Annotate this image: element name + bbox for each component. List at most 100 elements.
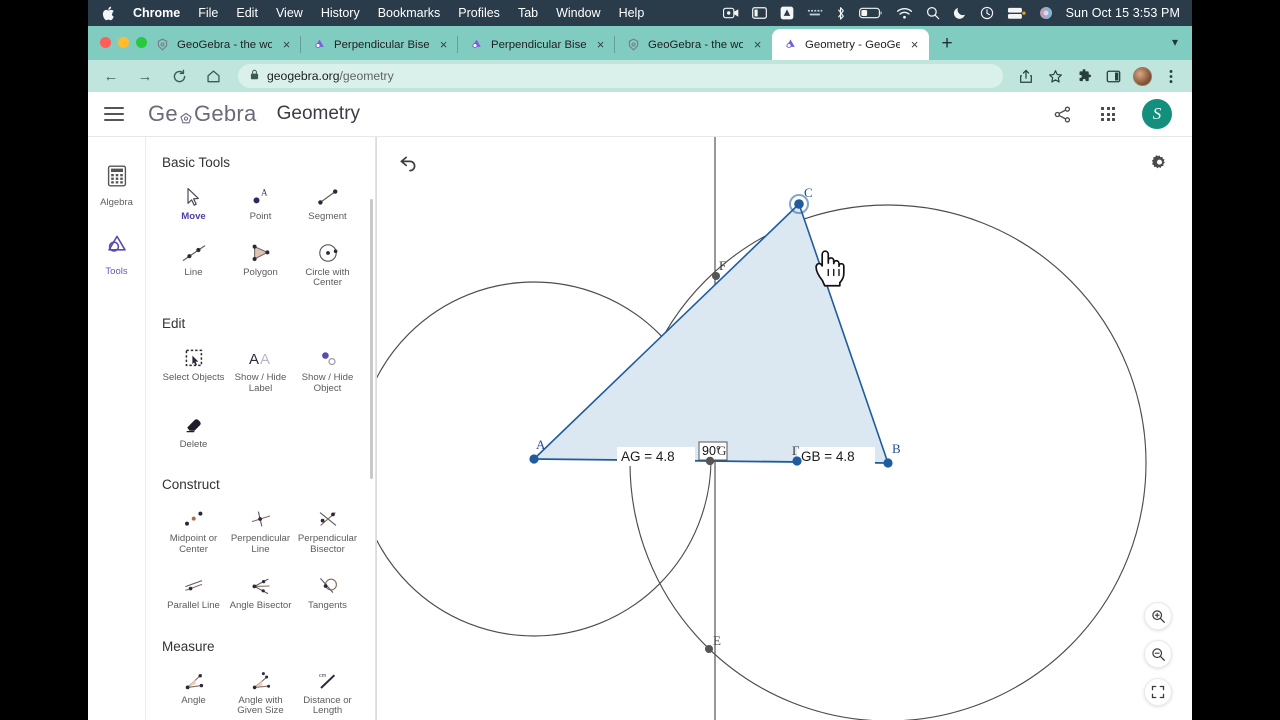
tool-perpendicular-line[interactable]: Perpendicular Line xyxy=(227,498,294,560)
reload-button[interactable] xyxy=(164,61,194,91)
menubar-item-chrome[interactable]: Chrome xyxy=(133,6,180,20)
tool-circle-with-center[interactable]: Circle with Center xyxy=(294,232,361,294)
geometry-canvas[interactable]: AG = 4.8 90° GB = 4.8 Γ A B C E F G xyxy=(376,137,1192,720)
dropbox-icon[interactable] xyxy=(780,6,794,20)
tool-show-hide-label[interactable]: AA Show / Hide Label xyxy=(227,337,294,399)
menubar-item-view[interactable]: View xyxy=(276,6,303,20)
tool-line[interactable]: Line xyxy=(160,232,227,294)
new-tab-button[interactable]: + xyxy=(933,30,961,58)
geogebra-brand-logo[interactable]: Ge Gebra xyxy=(148,101,257,127)
tab-close-icon[interactable]: × xyxy=(907,37,922,52)
menubar-item-window[interactable]: Window xyxy=(556,6,600,20)
menubar-item-edit[interactable]: Edit xyxy=(236,6,258,20)
menubar-item-history[interactable]: History xyxy=(321,6,360,20)
point-b xyxy=(883,458,893,468)
tool-perpendicular-bisector[interactable]: Perpendicular Bisector xyxy=(294,498,361,560)
browser-tab-2[interactable]: Perpendicular Bisectors, Circu × xyxy=(300,29,458,60)
battery-icon[interactable] xyxy=(858,7,883,19)
tool-label: Circle with Center xyxy=(305,266,350,289)
tool-label: Point xyxy=(249,211,272,222)
address-bar-url: geogebra.org/geometry xyxy=(267,69,394,83)
fullscreen-icon[interactable] xyxy=(1144,678,1172,706)
tool-select-objects[interactable]: Select Objects xyxy=(160,337,227,399)
menubar-item-profiles[interactable]: Profiles xyxy=(458,6,500,20)
bluetooth-icon[interactable] xyxy=(836,6,846,21)
profile-avatar-icon[interactable] xyxy=(1129,63,1155,89)
menubar-item-tab[interactable]: Tab xyxy=(518,6,538,20)
tool-panel-scrollbar[interactable] xyxy=(370,199,373,479)
do-not-disturb-icon[interactable] xyxy=(953,6,967,20)
address-bar[interactable]: geogebra.org/geometry xyxy=(238,64,1003,88)
clock-icon[interactable] xyxy=(980,6,994,20)
keyboard-brightness-icon[interactable] xyxy=(807,8,823,18)
tool-label: Delete xyxy=(179,438,208,450)
label-point-b: B xyxy=(892,441,901,456)
tab-close-icon[interactable]: × xyxy=(593,37,608,52)
tool-angle[interactable]: Angle xyxy=(160,660,227,720)
tool-distance-or-length[interactable]: cm Distance or Length xyxy=(294,660,361,720)
control-center-icon[interactable] xyxy=(1039,6,1053,20)
home-button[interactable] xyxy=(198,61,228,91)
backup-icon[interactable] xyxy=(1007,7,1026,20)
tool-grid-edit: Select Objects AA Show / Hide Label Show… xyxy=(160,337,361,455)
settings-gear-icon[interactable] xyxy=(1146,149,1172,175)
browser-tab-1[interactable]: GeoGebra - the world's favori × xyxy=(144,29,301,60)
user-avatar[interactable]: S xyxy=(1142,99,1172,129)
search-icon[interactable] xyxy=(926,6,940,20)
browser-tab-3[interactable]: Perpendicular Bisectors, Circu × xyxy=(457,29,615,60)
forward-button[interactable]: → xyxy=(130,61,160,91)
tool-segment[interactable]: Segment xyxy=(294,176,361,228)
app-body: Algebra Tools Basic Tools Move A Point S… xyxy=(88,137,1192,720)
header-actions: S xyxy=(1050,99,1192,129)
stage-manager-icon[interactable] xyxy=(751,7,767,19)
tool-polygon[interactable]: Polygon xyxy=(227,232,294,294)
tab-title: Perpendicular Bisectors, Circu xyxy=(334,38,429,51)
tool-point[interactable]: A Point xyxy=(227,176,294,228)
browser-tab-4[interactable]: GeoGebra - the world's favorit × xyxy=(614,29,772,60)
tool-angle-bisector[interactable]: Angle Bisector xyxy=(227,565,294,617)
svg-text:A: A xyxy=(260,351,270,368)
menubar-item-file[interactable]: File xyxy=(198,6,218,20)
zoom-in-icon[interactable] xyxy=(1144,602,1172,630)
tool-label: Perpendicular Line xyxy=(230,533,291,556)
zoom-out-icon[interactable] xyxy=(1144,640,1172,668)
minimize-window-button[interactable] xyxy=(118,37,129,48)
tool-label: Polygon xyxy=(243,266,278,278)
tool-tangents[interactable]: Tangents xyxy=(294,565,361,617)
tab-close-icon[interactable]: × xyxy=(279,37,294,52)
sidebar-item-tools[interactable]: Tools xyxy=(91,234,143,277)
browser-tab-5-active[interactable]: Geometry - GeoGebra × xyxy=(772,29,929,60)
sidebar-item-algebra[interactable]: Algebra xyxy=(91,165,143,208)
tool-angle-with-given-size[interactable]: Angle with Given Size xyxy=(227,660,294,720)
extensions-puzzle-icon[interactable] xyxy=(1071,63,1097,89)
tools-icon xyxy=(106,234,128,261)
menubar-item-help[interactable]: Help xyxy=(619,6,645,20)
menubar-clock[interactable]: Sun Oct 15 3:53 PM xyxy=(1066,6,1180,20)
share-icon[interactable] xyxy=(1050,102,1074,126)
share-icon[interactable] xyxy=(1013,63,1039,89)
hamburger-menu-icon[interactable] xyxy=(104,107,124,121)
tool-show-hide-object[interactable]: Show / Hide Object xyxy=(294,337,361,399)
wifi-icon[interactable] xyxy=(896,7,913,20)
close-window-button[interactable] xyxy=(100,37,111,48)
screen-record-icon[interactable] xyxy=(722,7,739,19)
tool-parallel-line[interactable]: Parallel Line xyxy=(160,565,227,617)
tool-midpoint-or-center[interactable]: Midpoint or Center xyxy=(160,498,227,560)
tool-delete[interactable]: Delete xyxy=(160,404,227,456)
tool-label: Distance or Length xyxy=(303,694,352,717)
tool-grid-basic: Move A Point Segment Line Polygon Circle… xyxy=(160,176,361,294)
side-panel-icon[interactable] xyxy=(1100,63,1126,89)
chrome-menu-kebab-icon[interactable] xyxy=(1158,63,1184,89)
tab-close-icon[interactable]: × xyxy=(436,37,451,52)
tool-move[interactable]: Move xyxy=(160,176,227,228)
apple-logo-icon[interactable] xyxy=(102,6,115,21)
point-e xyxy=(705,645,713,653)
tab-search-chevron-down-icon[interactable]: ▾ xyxy=(1172,35,1178,49)
apps-grid-icon[interactable] xyxy=(1096,102,1120,126)
tool-label: Angle Bisector xyxy=(229,599,292,611)
undo-button[interactable] xyxy=(395,151,421,177)
bookmark-star-icon[interactable] xyxy=(1042,63,1068,89)
menubar-item-bookmarks[interactable]: Bookmarks xyxy=(378,6,441,20)
tab-close-icon[interactable]: × xyxy=(750,37,765,52)
back-button[interactable]: ← xyxy=(96,61,126,91)
